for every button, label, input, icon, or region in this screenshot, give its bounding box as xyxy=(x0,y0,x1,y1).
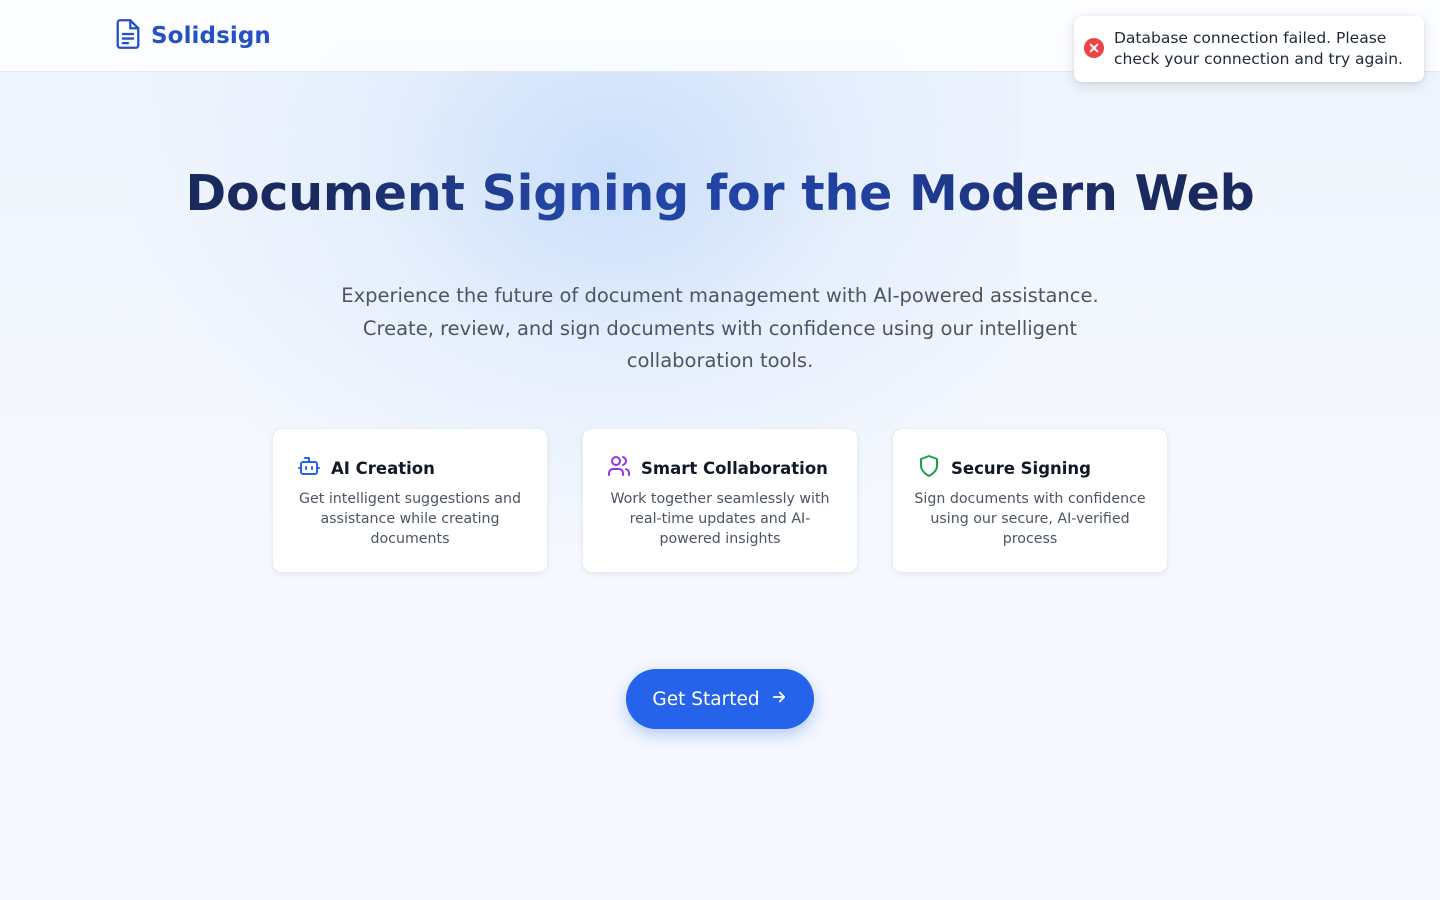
robot-icon xyxy=(297,454,321,482)
feature-title: Secure Signing xyxy=(951,458,1091,478)
error-toast[interactable]: Database connection failed. Please check… xyxy=(1074,16,1424,82)
get-started-button[interactable]: Get Started xyxy=(626,669,814,729)
document-icon xyxy=(114,18,142,54)
brand-logo-link[interactable]: Solidsign xyxy=(114,18,271,54)
feature-description: Get intelligent suggestions and assistan… xyxy=(299,491,521,547)
error-toast-message: Database connection failed. Please check… xyxy=(1114,29,1403,68)
feature-title: Smart Collaboration xyxy=(641,458,828,478)
feature-card-ai-creation: AI Creation Get intelligent suggestions … xyxy=(272,428,548,573)
brand-name: Solidsign xyxy=(151,23,271,49)
feature-card-secure-signing: Secure Signing Sign documents with confi… xyxy=(892,428,1168,573)
shield-icon xyxy=(917,454,941,482)
feature-title: AI Creation xyxy=(331,458,435,478)
get-started-label: Get Started xyxy=(652,688,760,710)
arrow-right-icon xyxy=(770,688,788,711)
hero-subtitle: Experience the future of document manage… xyxy=(341,284,1099,372)
error-circle-icon xyxy=(1084,38,1104,58)
feature-description: Work together seamlessly with real-time … xyxy=(610,491,830,547)
feature-description: Sign documents with confidence using our… xyxy=(914,491,1146,547)
hero-title: Document Signing for the Modern Web xyxy=(0,158,1440,230)
users-icon xyxy=(607,454,631,482)
feature-card-smart-collaboration: Smart Collaboration Work together seamle… xyxy=(582,428,858,573)
